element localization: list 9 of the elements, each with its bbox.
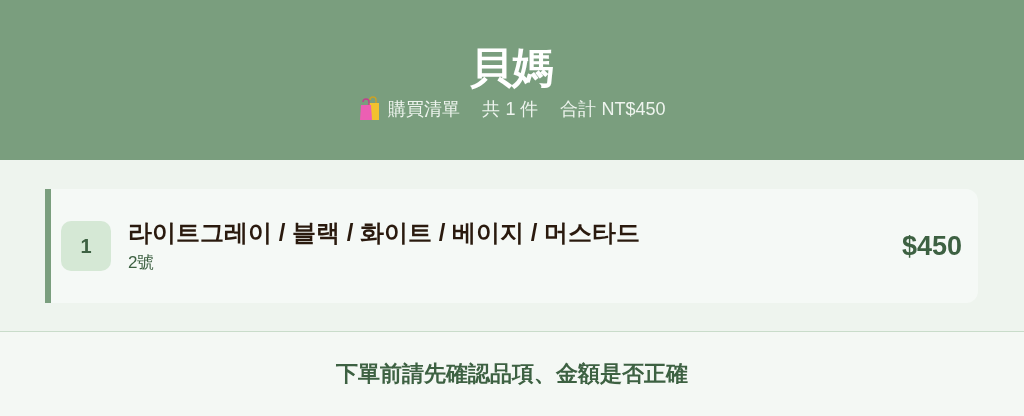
item-number: 1 [61, 221, 111, 271]
item-price: $450 [901, 230, 962, 262]
item-count: 共 1 件 [482, 98, 539, 121]
list-label: 購買清單 [388, 98, 461, 121]
item-name: 라이트그레이 / 블랙 / 화이트 / 베이지 / 머스타드 [128, 218, 641, 248]
footer-note: 下單前請先確認品項、金額是否正確 [336, 360, 688, 388]
total-amount: 合計 NT$450 [560, 98, 666, 121]
shop-title: 貝媽 [470, 43, 554, 93]
item-size: 2號 [128, 252, 156, 274]
